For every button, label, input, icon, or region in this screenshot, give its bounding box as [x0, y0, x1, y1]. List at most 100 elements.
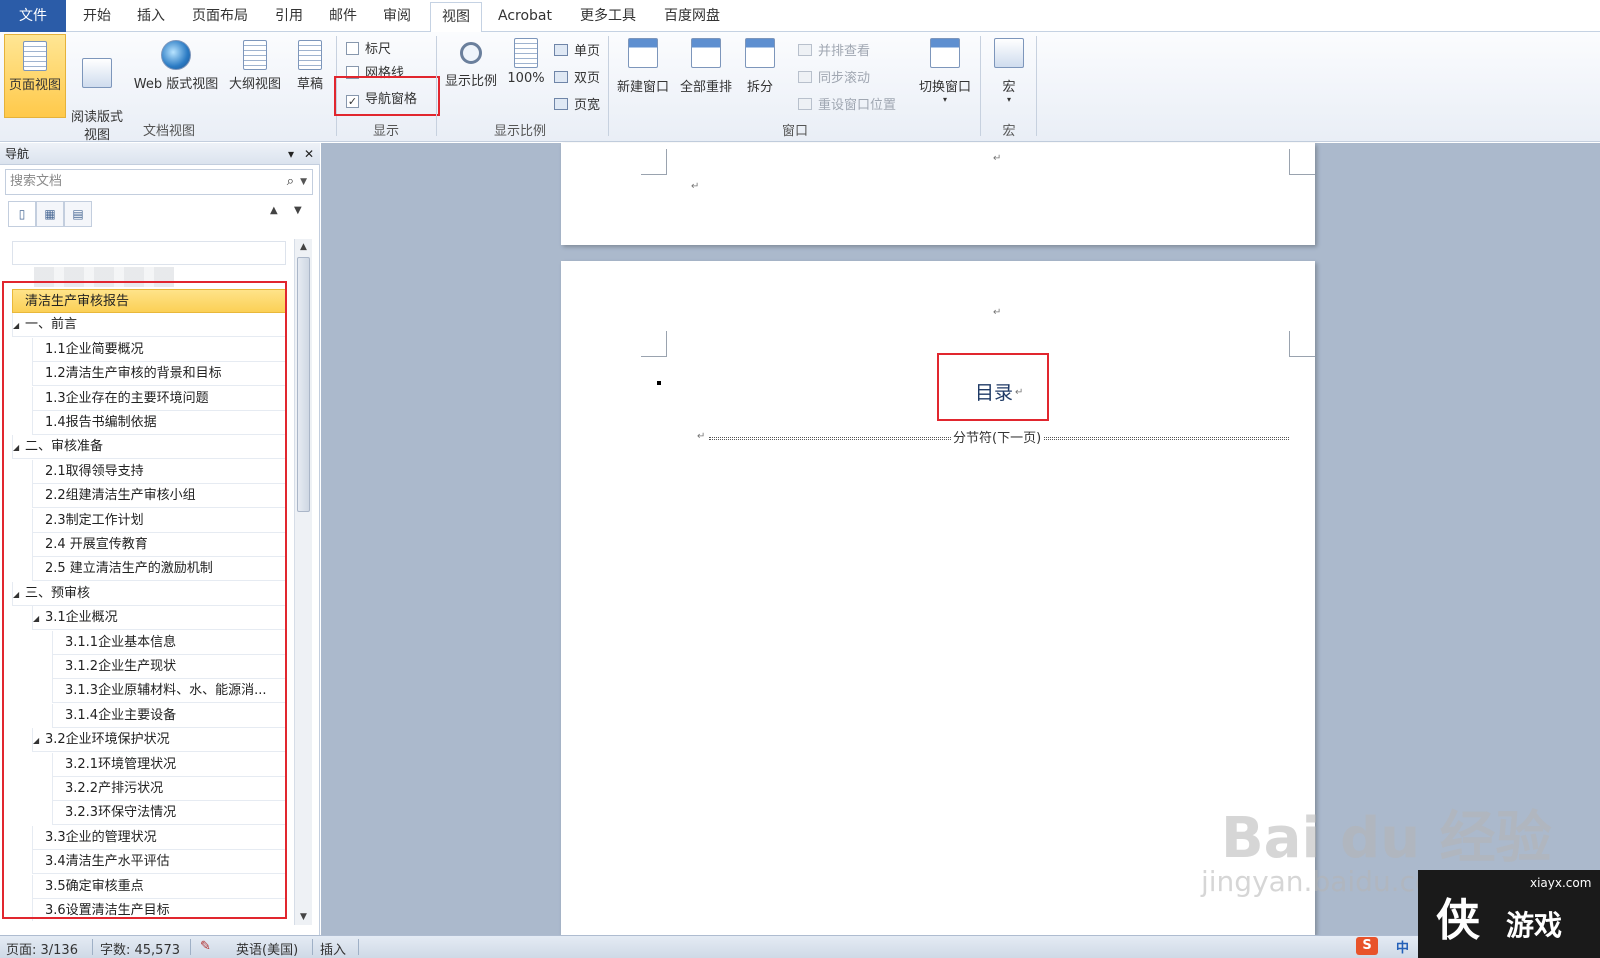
paragraph-mark: ↵: [993, 153, 1002, 164]
globe-icon: [161, 40, 191, 70]
arrange-all-button[interactable]: 全部重排: [676, 38, 736, 95]
nav-pane-header: 导航 ▾ ✕: [0, 143, 320, 165]
navigation-pane: 导航 ▾ ✕ 搜索文档 ⌕ ▼ ▯ ▦ ▤ ▲ ▼ 清洁生产审核报告 ◢ 一、前言 1…: [0, 143, 320, 935]
outline-button[interactable]: 大纲视图: [224, 40, 286, 92]
page-width-button[interactable]: 页宽: [554, 94, 600, 113]
highlight-box-nav-pane: [334, 76, 440, 116]
results-view-tab[interactable]: ▤: [64, 201, 92, 227]
new-window-button[interactable]: 新建窗口: [612, 38, 674, 95]
draft-button[interactable]: 草稿: [288, 40, 332, 92]
headings-view-tab[interactable]: ▯: [8, 201, 36, 227]
scroll-thumb[interactable]: [297, 257, 310, 512]
chevron-down-icon[interactable]: ▼: [300, 170, 307, 194]
view-side-by-side-button[interactable]: 并排查看: [798, 40, 870, 59]
status-separator: [358, 939, 359, 955]
tab-review[interactable]: 审阅: [372, 0, 422, 32]
tree-row-blank: [12, 241, 286, 265]
site-logo-word: 游戏: [1506, 909, 1563, 942]
section-break-label: 分节符(下一页): [951, 427, 1044, 446]
next-heading-icon[interactable]: ▼: [294, 205, 302, 216]
paragraph-mark: ↵: [697, 431, 706, 442]
ime-mode[interactable]: 中: [1396, 937, 1409, 956]
site-logo: xiayx.com 侠 游戏: [1418, 870, 1600, 958]
web-layout-button[interactable]: Web 版式视图: [128, 40, 224, 92]
tab-mailings[interactable]: 邮件: [318, 0, 368, 32]
zoom-button[interactable]: 显示比例: [440, 38, 502, 89]
nav-scrollbar[interactable]: ▲ ▼: [294, 239, 312, 925]
pane-options-icon[interactable]: ▾: [288, 143, 294, 165]
macros-button[interactable]: 宏 ▾: [986, 38, 1032, 104]
switch-windows-button[interactable]: 切换窗口 ▾: [914, 38, 976, 104]
sogou-ime-icon[interactable]: S: [1356, 937, 1378, 955]
highlight-box-headings: [2, 281, 287, 919]
group-separator: [608, 36, 609, 136]
tab-references[interactable]: 引用: [264, 0, 314, 32]
group-label-show: 显示: [372, 124, 399, 139]
tab-page-layout[interactable]: 页面布局: [180, 0, 260, 32]
tab-file[interactable]: 文件: [0, 0, 66, 32]
search-input[interactable]: 搜索文档 ⌕ ▼: [5, 169, 313, 195]
page-count[interactable]: 页面: 3/136: [6, 939, 78, 958]
two-pages-icon: [554, 71, 568, 83]
margin-corner-marker: [641, 331, 667, 357]
close-icon[interactable]: ✕: [304, 143, 314, 165]
outline-icon: [243, 40, 267, 70]
sync-scroll-button[interactable]: 同步滚动: [798, 67, 870, 86]
section-break: 分节符(下一页): [709, 427, 1289, 446]
print-layout-button[interactable]: 页面视图: [4, 34, 66, 118]
insert-mode[interactable]: 插入: [320, 939, 346, 958]
split-icon: [745, 38, 775, 68]
group-separator: [1036, 36, 1037, 136]
tab-home[interactable]: 开始: [72, 0, 122, 32]
reset-position-icon: [798, 98, 812, 110]
nav-pane-title: 导航: [5, 147, 30, 161]
checkbox-box: [346, 42, 359, 55]
pages-view-tab[interactable]: ▦: [36, 201, 64, 227]
current-page[interactable]: ↵ 目录 ↵ ↵ 分节符(下一页): [561, 261, 1315, 935]
previous-page: ↵ ↵: [561, 143, 1315, 245]
scroll-down-icon[interactable]: ▼: [295, 909, 312, 925]
one-page-button[interactable]: 单页: [554, 40, 600, 59]
sync-scroll-icon: [798, 71, 812, 83]
page-width-icon: [554, 98, 568, 110]
language-indicator[interactable]: 英语(美国): [236, 939, 298, 958]
previous-heading-icon[interactable]: ▲: [270, 205, 278, 216]
zoom-100-icon: [514, 38, 538, 68]
tab-more-tools[interactable]: 更多工具: [570, 0, 646, 32]
group-label-doc-views: 文档视图: [142, 124, 195, 139]
split-button[interactable]: 拆分: [740, 38, 780, 95]
search-icon[interactable]: ⌕: [287, 170, 294, 194]
nav-view-tabs: ▯ ▦ ▤ ▲ ▼: [8, 201, 308, 229]
tab-baidu-netdisk[interactable]: 百度网盘: [654, 0, 730, 32]
ribbon-tab-bar: 文件 开始 插入 页面布局 引用 邮件 审阅 视图 Acrobat 更多工具 百…: [0, 0, 1600, 33]
baidu-watermark-logo: Bai du 经验: [1221, 806, 1552, 871]
margin-corner-marker: [1289, 149, 1315, 175]
group-separator: [436, 36, 437, 136]
arrange-all-icon: [691, 38, 721, 68]
paragraph-mark: ↵: [993, 307, 1002, 318]
magnifier-icon: [460, 42, 482, 64]
scroll-up-icon[interactable]: ▲: [295, 239, 312, 255]
status-separator: [92, 939, 93, 955]
two-pages-button[interactable]: 双页: [554, 67, 600, 86]
reading-view-icon: [82, 58, 112, 88]
status-separator: [312, 939, 313, 955]
tab-view[interactable]: 视图: [430, 2, 482, 33]
tab-insert[interactable]: 插入: [126, 0, 176, 32]
reset-window-position-button[interactable]: 重设窗口位置: [798, 94, 896, 113]
ruler-checkbox[interactable]: 标尺: [346, 38, 391, 57]
paragraph-mark: ↵: [691, 181, 700, 192]
bullet-marker: [657, 381, 661, 385]
status-separator: [190, 939, 191, 955]
group-label-zoom: 显示比例: [493, 124, 546, 139]
tab-acrobat[interactable]: Acrobat: [490, 0, 560, 32]
word-count[interactable]: 字数: 45,573: [100, 939, 180, 958]
document-area: ↵ ↵ ↵ 目录 ↵ ↵ 分节符(下一页) Bai du 经验 jingyan.…: [321, 143, 1600, 935]
zoom-100-button[interactable]: 100%: [504, 38, 548, 86]
side-by-side-icon: [798, 44, 812, 56]
proofing-icon[interactable]: ✎: [200, 939, 211, 954]
ribbon-view: 页面视图 阅读版式 视图 Web 版式视图 大纲视图 草稿 文档视图 标尺 网格…: [0, 32, 1600, 143]
margin-corner-marker: [641, 149, 667, 175]
macro-icon: [994, 38, 1024, 68]
new-window-icon: [628, 38, 658, 68]
